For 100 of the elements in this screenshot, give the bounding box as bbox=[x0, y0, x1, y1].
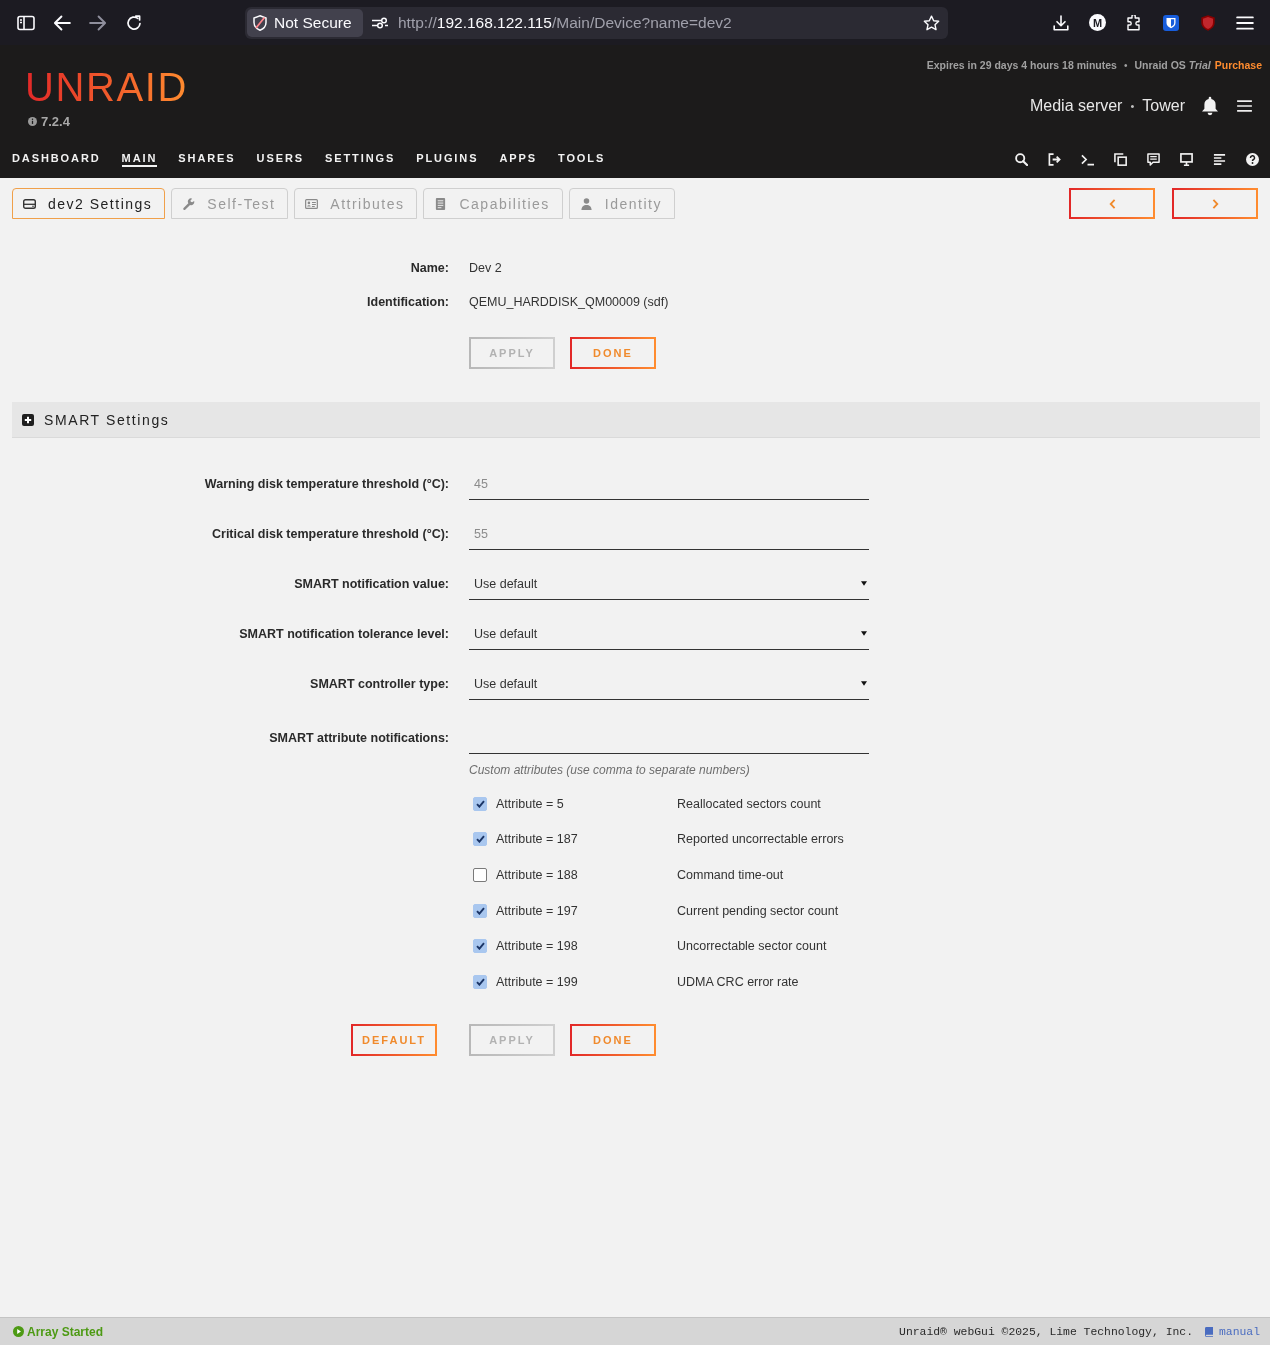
star-icon[interactable] bbox=[923, 14, 940, 31]
sidebar-icon[interactable] bbox=[17, 14, 35, 31]
forward-arrow-icon[interactable] bbox=[89, 14, 107, 31]
attribute-label: Attribute = 188 bbox=[496, 868, 579, 882]
checkmark-icon bbox=[475, 906, 485, 915]
status-text: Array Started bbox=[27, 1324, 104, 1339]
address-field[interactable]: Not Secure http://192.168.122.115/Main/Device?name=dev2 bbox=[245, 6, 948, 39]
field-label: SMART notification tolerance level: bbox=[238, 627, 449, 641]
purchase-link[interactable]: Purchase bbox=[1214, 59, 1262, 71]
copyright-text: Unraid® webGui ©2025, Lime Technology, Inc. bbox=[899, 1325, 1193, 1338]
book-icon bbox=[1205, 1326, 1213, 1337]
server-description: Media server bbox=[1029, 97, 1123, 115]
field-label: Name: bbox=[409, 261, 449, 275]
attribute-label: Attribute = 5 bbox=[496, 796, 565, 811]
checkbox[interactable] bbox=[473, 868, 487, 882]
expiry-text: Expires in 29 days 4 hours 18 minutes bbox=[926, 59, 1117, 71]
server-name: Tower bbox=[1142, 97, 1185, 115]
hard-drive-icon bbox=[23, 197, 36, 210]
text-lines-icon[interactable] bbox=[1213, 152, 1226, 166]
attribute-description: Reported uncorrectable errors bbox=[677, 832, 844, 847]
field-label: SMART controller type: bbox=[309, 677, 449, 691]
attribute-description: UDMA CRC error rate bbox=[677, 974, 799, 989]
attribute-description: Reallocated sectors count bbox=[677, 796, 821, 811]
url-text[interactable]: http://192.168.122.115/Main/Device?name=dev2 bbox=[398, 13, 732, 32]
checkbox[interactable] bbox=[473, 796, 487, 811]
shield-icon bbox=[253, 14, 267, 31]
nav-link[interactable]: TOOLS bbox=[557, 151, 606, 167]
chevron-left-icon bbox=[1108, 198, 1116, 209]
caret-icon bbox=[861, 581, 867, 586]
next-button[interactable] bbox=[1172, 188, 1258, 219]
section-title: SMART Settings bbox=[44, 411, 170, 428]
checkmark-icon bbox=[475, 799, 485, 808]
checkbox[interactable] bbox=[473, 832, 487, 847]
tab[interactable]: dev2 Settings bbox=[12, 188, 166, 219]
hint-text: Custom attributes (use comma to separate numbers) bbox=[469, 763, 750, 777]
nav-link[interactable]: USERS bbox=[256, 151, 304, 167]
permissions-icon[interactable] bbox=[371, 16, 389, 29]
checkmark-icon bbox=[475, 942, 485, 951]
field-value: Dev 2 bbox=[469, 261, 502, 275]
section-header[interactable]: SMART Settings bbox=[12, 402, 1260, 438]
monitor-icon[interactable] bbox=[1180, 152, 1193, 166]
separator: • bbox=[1123, 59, 1128, 71]
message-icon[interactable] bbox=[1147, 152, 1160, 166]
reload-icon[interactable] bbox=[125, 14, 143, 31]
back-arrow-icon[interactable] bbox=[53, 14, 71, 31]
nav-link[interactable]: SETTINGS bbox=[325, 151, 396, 167]
separator: • bbox=[1130, 100, 1135, 112]
bell-icon[interactable] bbox=[1201, 96, 1219, 116]
logout-icon[interactable] bbox=[1048, 152, 1061, 166]
select-field[interactable]: Use default bbox=[469, 568, 869, 600]
attribute-description: Uncorrectable sector count bbox=[677, 939, 827, 954]
field-label: Warning disk temperature threshold (°C): bbox=[203, 477, 449, 491]
checkbox[interactable] bbox=[473, 903, 487, 918]
info-icon[interactable] bbox=[28, 116, 37, 126]
attribute-label: Attribute = 197 bbox=[496, 903, 579, 918]
select-field[interactable]: Use default bbox=[469, 618, 869, 650]
checkmark-icon bbox=[475, 835, 485, 844]
nav-link[interactable]: DASHBOARD bbox=[12, 151, 101, 167]
play-circle-icon bbox=[13, 1326, 24, 1337]
attribute-label: Attribute = 199 bbox=[496, 974, 579, 989]
number-input[interactable]: 45 bbox=[469, 468, 869, 500]
nav-link[interactable]: PLUGINS bbox=[416, 151, 479, 167]
terminal-icon[interactable] bbox=[1081, 152, 1094, 166]
caret-icon bbox=[861, 681, 867, 686]
wrench-icon bbox=[182, 197, 196, 210]
field-label: Critical disk temperature threshold (°C): bbox=[211, 527, 449, 541]
number-input[interactable]: 55 bbox=[469, 518, 869, 550]
profile-button[interactable]: M bbox=[1089, 14, 1106, 31]
version-text: 7.2.4 bbox=[41, 113, 70, 129]
plus-square-icon bbox=[22, 413, 34, 426]
shield-icon[interactable] bbox=[1162, 14, 1180, 31]
field-label: SMART attribute notifications: bbox=[268, 731, 449, 745]
document-icon bbox=[434, 197, 448, 210]
attribute-description: Current pending sector count bbox=[677, 903, 839, 918]
attribute-description: Command time-out bbox=[677, 868, 784, 882]
select-field[interactable]: Use default bbox=[469, 668, 869, 700]
help-icon[interactable] bbox=[1246, 152, 1259, 166]
manual-link[interactable]: manual bbox=[1219, 1325, 1260, 1338]
nav-link[interactable]: APPS bbox=[499, 151, 537, 167]
field-label: SMART notification value: bbox=[293, 577, 449, 591]
attribute-label: Attribute = 198 bbox=[496, 939, 579, 954]
caret-icon bbox=[861, 631, 867, 636]
copy-icon[interactable] bbox=[1114, 152, 1127, 166]
puzzle-icon[interactable] bbox=[1125, 14, 1143, 31]
checkbox[interactable] bbox=[473, 939, 487, 954]
search-icon[interactable] bbox=[1015, 152, 1028, 166]
menu-icon[interactable] bbox=[1237, 100, 1252, 112]
previous-button[interactable] bbox=[1069, 188, 1155, 219]
field-label: Identification: bbox=[366, 295, 449, 309]
security-button[interactable]: Not Secure bbox=[247, 8, 363, 37]
checkmark-icon bbox=[475, 977, 485, 986]
attribute-label: Attribute = 187 bbox=[496, 832, 579, 847]
nav-link[interactable]: SHARES bbox=[178, 151, 236, 167]
download-icon[interactable] bbox=[1052, 14, 1070, 31]
license-text: Unraid OS Trial bbox=[1134, 59, 1211, 71]
nav-link[interactable]: MAIN bbox=[121, 151, 158, 167]
user-icon bbox=[579, 197, 593, 210]
id-card-icon bbox=[305, 197, 319, 210]
chevron-right-icon bbox=[1211, 198, 1219, 209]
checkbox[interactable] bbox=[473, 974, 487, 989]
